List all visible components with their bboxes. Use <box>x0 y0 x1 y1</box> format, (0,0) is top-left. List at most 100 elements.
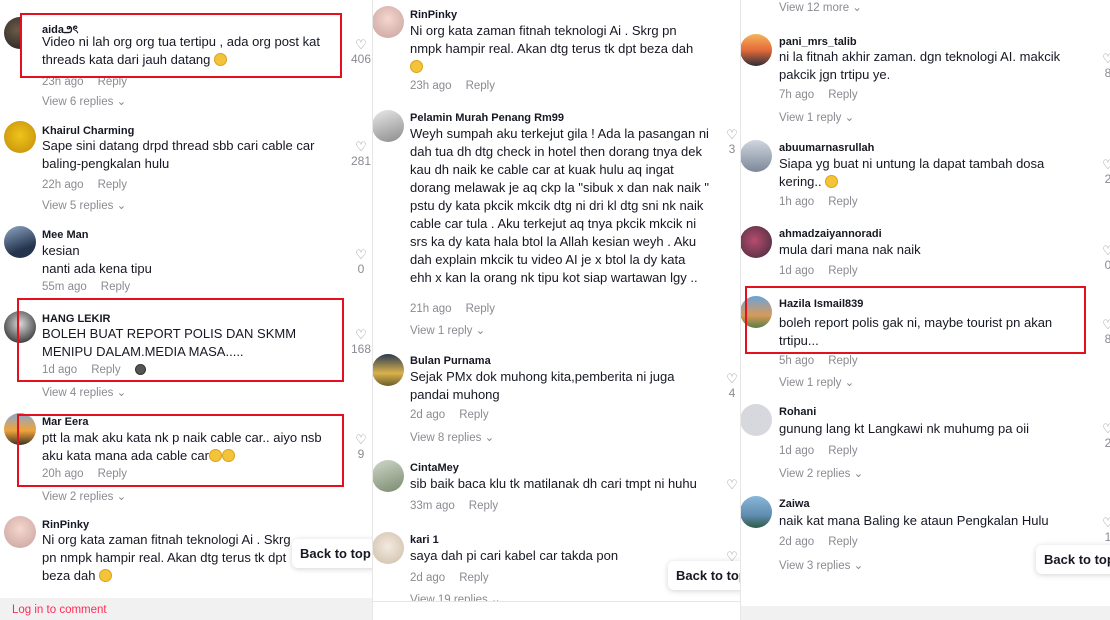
heart-icon: ♡ <box>726 477 738 492</box>
back-to-top-button[interactable]: Back to top <box>1036 545 1110 574</box>
reply-button[interactable]: Reply <box>101 281 130 293</box>
like-button[interactable]: ♡ 3 <box>722 128 740 157</box>
comment-username[interactable]: Hazila Ismail839 <box>779 298 863 310</box>
comment-username[interactable]: kari 1 <box>410 534 439 546</box>
reply-button[interactable]: Reply <box>98 179 127 191</box>
reply-button[interactable]: Reply <box>466 303 495 315</box>
comment-username[interactable]: Khairul Charming <box>42 125 134 137</box>
comment-username[interactable]: Bulan Purnama <box>410 355 491 367</box>
comment-username[interactable]: CintaMey <box>410 462 459 474</box>
comment-username[interactable]: RinPinky <box>410 9 457 21</box>
reply-button[interactable]: Reply <box>459 572 488 584</box>
like-count: 406 <box>350 52 372 66</box>
view-replies-button[interactable]: View 1 reply ⌄ <box>779 110 854 124</box>
heart-icon: ♡ <box>355 37 367 52</box>
reply-button[interactable]: Reply <box>91 364 120 376</box>
comment-text: mula dari mana nak naik <box>779 242 921 257</box>
like-button[interactable]: ♡ 168 <box>346 328 372 357</box>
view-replies-button[interactable]: View 5 replies ⌄ <box>42 198 126 212</box>
back-to-top-button[interactable]: Back to top <box>668 561 740 590</box>
worried-emoji-icon <box>410 60 423 73</box>
default-avatar-icon[interactable] <box>740 404 772 436</box>
like-button[interactable]: ♡ 1 <box>1098 516 1110 545</box>
reply-button[interactable]: Reply <box>459 409 488 421</box>
comment-meta: 7h ago Reply <box>779 89 872 101</box>
avatar[interactable] <box>740 140 772 172</box>
view-replies-button[interactable]: View 2 replies ⌄ <box>42 489 126 503</box>
like-button[interactable]: ♡ 8 <box>1098 318 1110 347</box>
like-button[interactable]: ♡ <box>722 478 740 492</box>
like-button[interactable]: ♡ 4 <box>722 372 740 401</box>
comment-text: Sejak PMx dok muhong kita,pemberita ni j… <box>410 369 675 402</box>
heart-icon: ♡ <box>1102 421 1110 436</box>
view-replies-button[interactable]: View 2 replies ⌄ <box>779 466 863 480</box>
comment-username-highlighted[interactable]: aida౨ৎ <box>42 21 78 40</box>
comment-meta: 33m ago Reply <box>410 500 512 512</box>
comment-meta: 21h ago Reply <box>410 303 509 315</box>
view-replies-button[interactable]: View 3 replies ⌄ <box>779 558 863 572</box>
avatar[interactable] <box>372 532 404 564</box>
like-button[interactable]: ♡ 8 <box>1098 51 1110 81</box>
reply-button[interactable]: Reply <box>828 445 857 457</box>
worried-emoji-icon <box>99 569 113 582</box>
view-replies-button[interactable]: View 1 reply ⌄ <box>779 375 854 389</box>
like-button[interactable]: ♡ 406 <box>346 37 372 67</box>
back-to-top-button[interactable]: Back to top <box>292 539 372 568</box>
heart-icon: ♡ <box>1102 51 1110 66</box>
avatar[interactable] <box>4 516 36 548</box>
avatar[interactable] <box>372 354 404 386</box>
view-more-replies-button[interactable]: View 12 more ⌄ <box>779 0 862 14</box>
view-replies-button[interactable]: View 8 replies ⌄ <box>410 430 494 444</box>
comment-footer <box>740 606 1110 620</box>
like-button[interactable]: ♡ 281 <box>346 140 372 169</box>
comment-username[interactable]: Zaiwa <box>779 498 810 510</box>
comment-username[interactable]: abuumarnasrullah <box>779 142 874 154</box>
comments-panel-1: aida౨ৎ Video ni lah org org tua tertipu … <box>0 0 372 620</box>
reply-button[interactable]: Reply <box>828 196 857 208</box>
comment-username[interactable]: Pelamin Murah Penang Rm99 <box>410 112 564 124</box>
reply-button[interactable]: Reply <box>828 89 857 101</box>
comment-text: saya dah pi cari kabel car takda pon <box>410 548 619 563</box>
avatar[interactable] <box>372 110 404 142</box>
reply-button[interactable]: Reply <box>828 355 857 367</box>
comment-meta: 23h ago Reply <box>410 80 509 92</box>
like-button[interactable]: ♡ 2 <box>1098 158 1110 187</box>
comment-time: 21h ago <box>410 303 452 315</box>
heart-icon: ♡ <box>355 432 367 447</box>
comment-username[interactable]: HANG LEKIR <box>42 313 110 325</box>
reply-button[interactable]: Reply <box>828 536 857 548</box>
comment-username[interactable]: pani_mrs_talib <box>779 36 857 48</box>
comment-time: 2d ago <box>410 572 446 584</box>
like-button[interactable]: ♡ 0 <box>346 247 372 277</box>
view-replies-button[interactable]: View 1 reply ⌄ <box>410 323 485 337</box>
like-count: 2 <box>1104 172 1110 186</box>
avatar[interactable] <box>372 6 404 38</box>
avatar[interactable] <box>372 460 404 492</box>
comment-time: 55m ago <box>42 281 87 293</box>
heart-icon: ♡ <box>355 247 367 262</box>
comment-username[interactable]: ahmadzaiyannoradi <box>779 228 882 240</box>
reply-button[interactable]: Reply <box>469 500 498 512</box>
reply-button[interactable]: Reply <box>98 468 127 480</box>
avatar[interactable] <box>740 34 772 66</box>
view-replies-button[interactable]: View 6 replies ⌄ <box>42 94 126 108</box>
view-replies-button[interactable]: View 4 replies ⌄ <box>42 385 126 399</box>
avatar[interactable] <box>4 121 36 153</box>
like-button[interactable]: ♡ 2 <box>1098 421 1110 451</box>
like-button[interactable]: ♡ 0 <box>1098 244 1110 273</box>
avatar[interactable] <box>4 226 36 258</box>
reply-button[interactable]: Reply <box>466 80 495 92</box>
like-button[interactable]: ♡ 9 <box>346 432 372 462</box>
reply-button[interactable]: Reply <box>828 265 857 277</box>
comment-username[interactable]: Mar Eera <box>42 416 88 428</box>
comment-username[interactable]: RinPinky <box>42 519 89 531</box>
comment-time: 1d ago <box>779 445 815 457</box>
login-to-comment-link[interactable]: Log in to comment <box>12 604 107 616</box>
comment-username[interactable]: Mee Man <box>42 229 88 241</box>
avatar[interactable] <box>740 496 772 528</box>
comment-time: 5h ago <box>779 355 815 367</box>
comment-username[interactable]: Rohani <box>779 406 816 418</box>
comments-panel-2: RinPinky Ni org kata zaman fitnah teknol… <box>372 0 740 620</box>
avatar[interactable] <box>740 226 772 258</box>
like-count: 1 <box>1104 530 1110 544</box>
